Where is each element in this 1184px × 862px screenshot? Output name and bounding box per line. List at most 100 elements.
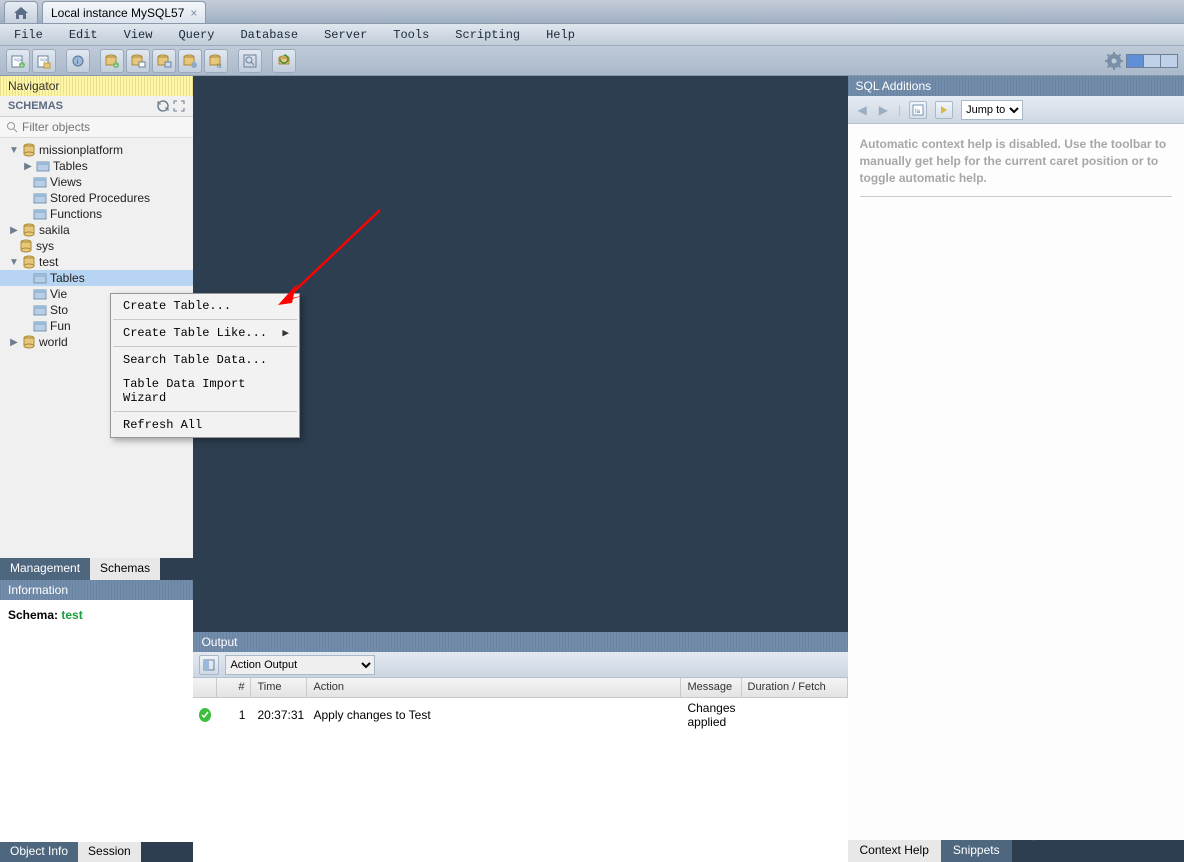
chevron-down-icon[interactable] — [9, 145, 19, 156]
reconnect-button[interactable] — [272, 49, 296, 73]
tree-node-world[interactable]: world — [39, 335, 68, 349]
database-icon — [19, 239, 33, 253]
tree-node-tables[interactable]: Tables — [53, 159, 88, 173]
additions-toolbar: ◀ ▶ | Ia Jump to — [848, 96, 1184, 124]
svg-text:+: + — [115, 63, 118, 69]
panel-layout-toggles[interactable] — [1127, 54, 1178, 68]
tab-context-help[interactable]: Context Help — [848, 840, 941, 862]
connection-tab[interactable]: Local instance MySQL57 × — [42, 1, 206, 23]
tab-object-info[interactable]: Object Info — [0, 842, 78, 862]
row-idx: 1 — [217, 708, 251, 722]
row-time: 20:37:31 — [251, 708, 307, 722]
tree-node-sakila[interactable]: sakila — [39, 223, 70, 237]
home-icon — [13, 6, 29, 20]
inspector-button[interactable]: i — [66, 49, 90, 73]
menu-query[interactable]: Query — [174, 26, 218, 44]
schemas-label: SCHEMAS — [8, 100, 63, 112]
db-add-function-button[interactable]: fx — [204, 49, 228, 73]
folder-icon — [33, 271, 47, 285]
tree-node-test-stored[interactable]: Sto — [50, 303, 68, 317]
hdr-action: Action — [307, 678, 681, 697]
search-button[interactable] — [238, 49, 262, 73]
database-icon — [22, 255, 36, 269]
menu-database[interactable]: Database — [236, 26, 302, 44]
chevron-right-icon[interactable] — [9, 225, 19, 236]
folder-icon — [33, 319, 47, 333]
menu-bar: File Edit View Query Database Server Too… — [0, 24, 1184, 46]
menu-help[interactable]: Help — [542, 26, 579, 44]
tree-node-test[interactable]: test — [39, 255, 58, 269]
chevron-down-icon[interactable] — [9, 257, 19, 268]
connection-tab-strip: Local instance MySQL57 × — [0, 0, 1184, 24]
watermark: https://blog.csdn.net @51CTO博客 — [973, 823, 1174, 842]
ctx-table-data-import[interactable]: Table Data Import Wizard — [111, 372, 299, 410]
ctx-refresh-all[interactable]: Refresh All — [111, 413, 299, 437]
folder-icon — [33, 207, 47, 221]
output-row[interactable]: 1 20:37:31 Apply changes to Test Changes… — [193, 698, 847, 732]
hdr-duration: Duration / Fetch — [742, 678, 848, 697]
filter-objects-input[interactable] — [22, 120, 187, 134]
db-add-view-button[interactable] — [152, 49, 176, 73]
schema-label: Schema: — [8, 608, 61, 622]
submenu-arrow-icon: ▶ — [282, 326, 289, 340]
menu-file[interactable]: File — [10, 26, 47, 44]
menu-view[interactable]: View — [120, 26, 157, 44]
ctx-create-table-like[interactable]: Create Table Like...▶ — [111, 321, 299, 345]
tab-session[interactable]: Session — [78, 842, 141, 862]
menu-edit[interactable]: Edit — [65, 26, 102, 44]
folder-icon — [33, 175, 47, 189]
auto-help-button[interactable] — [935, 101, 953, 119]
forward-icon[interactable]: ▶ — [877, 103, 890, 117]
tree-node-views[interactable]: Views — [50, 175, 82, 189]
output-options-button[interactable] — [199, 655, 219, 675]
tab-schemas[interactable]: Schemas — [90, 558, 160, 580]
db-add-table-button[interactable] — [126, 49, 150, 73]
success-icon — [199, 708, 211, 722]
jump-to-select[interactable]: Jump to — [961, 100, 1023, 120]
manual-help-button[interactable]: Ia — [909, 101, 927, 119]
back-icon[interactable]: ◀ — [856, 103, 869, 117]
tree-node-stored-procedures[interactable]: Stored Procedures — [50, 191, 150, 205]
tree-node-test-views[interactable]: Vie — [50, 287, 67, 301]
ctx-create-table[interactable]: Create Table... — [111, 294, 299, 318]
schema-name-value: test — [61, 608, 82, 622]
folder-icon — [36, 159, 50, 173]
information-body: Schema: test — [0, 600, 193, 842]
panel-bottom-icon[interactable] — [1143, 54, 1161, 68]
tree-node-sys[interactable]: sys — [36, 239, 54, 253]
search-icon — [6, 121, 18, 133]
tree-node-test-tables[interactable]: Tables — [50, 271, 85, 285]
svg-text:+: + — [21, 63, 24, 69]
home-tab[interactable] — [4, 1, 38, 23]
db-add-routine-button[interactable] — [178, 49, 202, 73]
hdr-time: Time — [251, 678, 307, 697]
open-sql-script-button[interactable]: SQL — [32, 49, 56, 73]
tab-snippets[interactable]: Snippets — [941, 840, 1012, 862]
connection-tab-label: Local instance MySQL57 — [51, 6, 184, 20]
svg-text:SQL: SQL — [40, 57, 49, 62]
main-toolbar: SQL+ SQL i + fx — [0, 46, 1184, 76]
refresh-icon[interactable] — [157, 100, 169, 112]
db-create-button[interactable]: + — [100, 49, 124, 73]
menu-scripting[interactable]: Scripting — [451, 26, 524, 44]
tree-node-missionplatform[interactable]: missionplatform — [39, 143, 123, 157]
expand-icon[interactable] — [173, 100, 185, 112]
tree-node-functions[interactable]: Functions — [50, 207, 102, 221]
close-icon[interactable]: × — [190, 6, 197, 20]
tree-node-test-functions[interactable]: Fun — [50, 319, 71, 333]
panel-right-icon[interactable] — [1160, 54, 1178, 68]
panel-left-icon[interactable] — [1126, 54, 1144, 68]
row-action: Apply changes to Test — [307, 708, 681, 722]
menu-server[interactable]: Server — [320, 26, 371, 44]
chevron-right-icon[interactable] — [9, 337, 19, 348]
folder-icon — [33, 303, 47, 317]
svg-text:fx: fx — [217, 64, 222, 69]
chevron-right-icon[interactable] — [23, 161, 33, 172]
tab-management[interactable]: Management — [0, 558, 90, 580]
new-sql-tab-button[interactable]: SQL+ — [6, 49, 30, 73]
gear-icon[interactable] — [1105, 52, 1123, 70]
ctx-search-table-data[interactable]: Search Table Data... — [111, 348, 299, 372]
folder-icon — [33, 191, 47, 205]
output-type-select[interactable]: Action Output — [225, 655, 375, 675]
menu-tools[interactable]: Tools — [389, 26, 433, 44]
